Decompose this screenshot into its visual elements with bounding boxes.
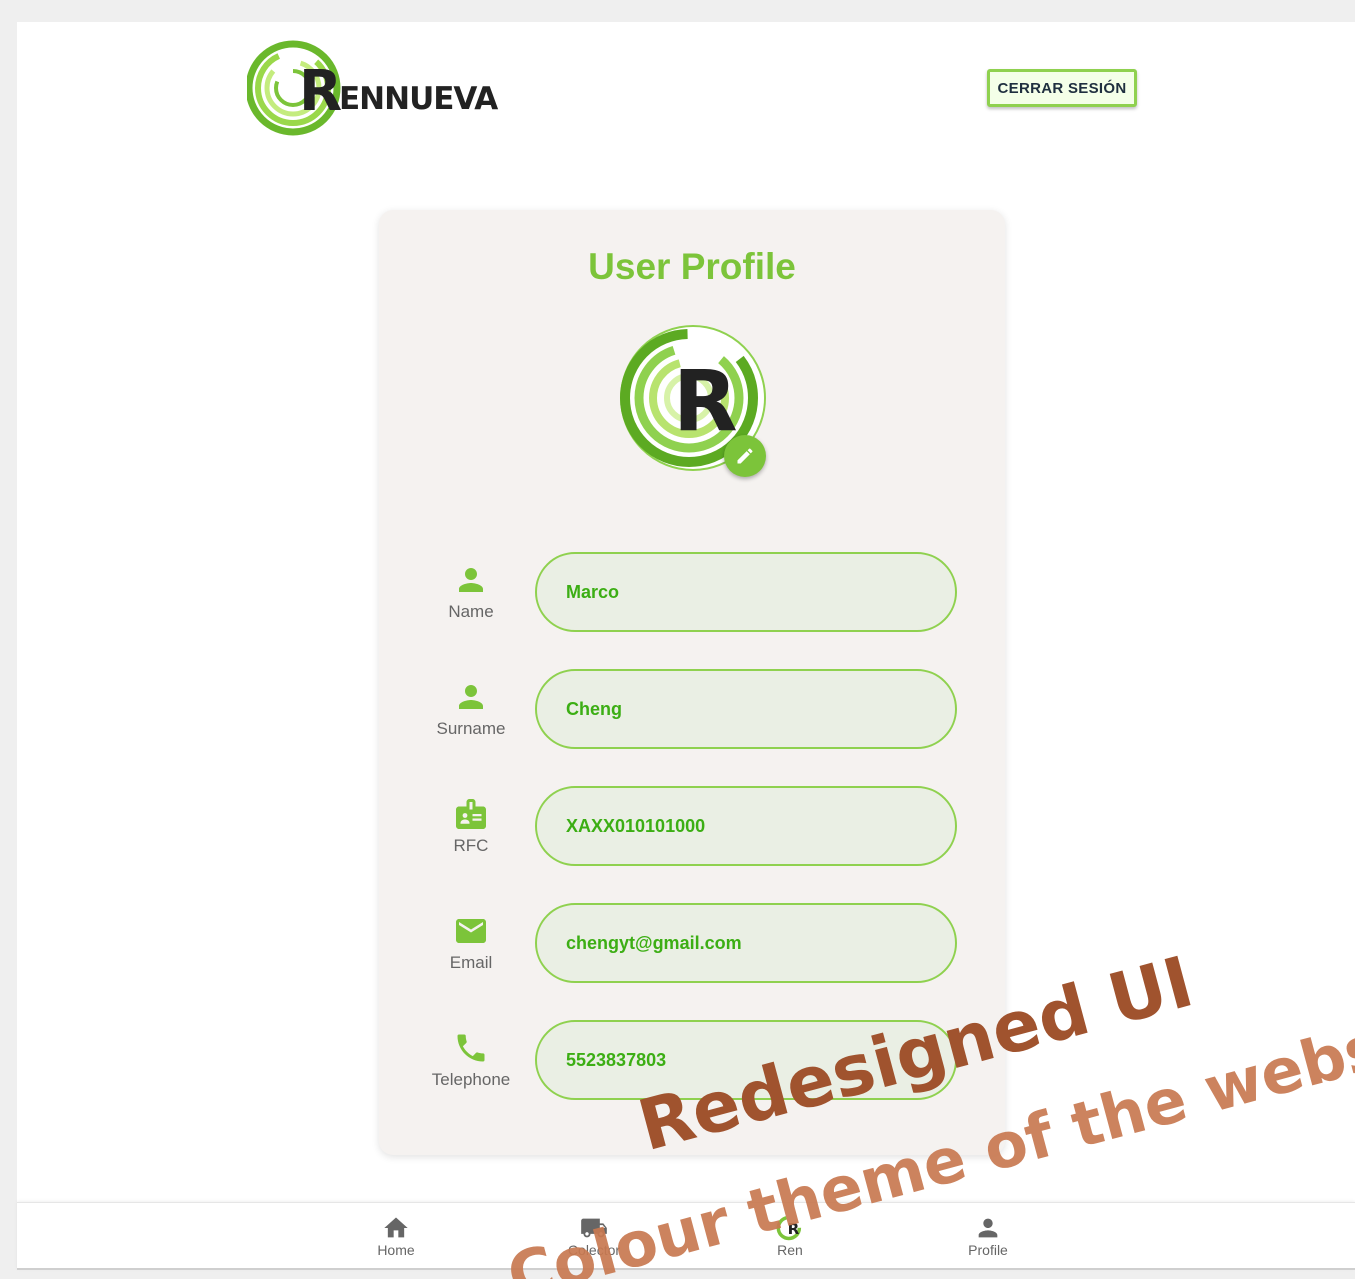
profile-card: User Profile R Name Marco Surname Cheng … bbox=[379, 210, 1005, 1155]
email-row: Email bbox=[379, 903, 1005, 983]
surname-label: Surname bbox=[419, 669, 523, 749]
rfc-label: RFC bbox=[419, 786, 523, 866]
surname-row: Surname bbox=[379, 669, 1005, 749]
truck-icon bbox=[581, 1218, 607, 1238]
email-field[interactable] bbox=[535, 903, 957, 983]
pencil-icon bbox=[737, 448, 753, 464]
nav-item-ren[interactable]: R Ren bbox=[740, 1209, 840, 1263]
telephone-field[interactable] bbox=[535, 1020, 957, 1100]
telephone-label: Telephone bbox=[419, 1020, 523, 1100]
rfc-row: RFC bbox=[379, 786, 1005, 866]
email-label: Email bbox=[419, 903, 523, 983]
ren-logo-icon: R bbox=[776, 1215, 802, 1241]
logout-button[interactable]: CERRAR SESIÓN bbox=[987, 69, 1137, 107]
name-field[interactable] bbox=[535, 552, 957, 632]
person-icon bbox=[459, 685, 483, 709]
nav-item-colector[interactable]: Colector bbox=[544, 1209, 644, 1263]
person-icon bbox=[978, 1218, 998, 1238]
svg-text:R: R bbox=[299, 59, 342, 124]
name-row: Name bbox=[379, 552, 1005, 632]
mail-icon bbox=[456, 919, 486, 943]
rennueva-logo[interactable]: R ENNUEVA bbox=[245, 40, 557, 136]
surname-field[interactable] bbox=[535, 669, 957, 749]
home-icon bbox=[384, 1217, 408, 1238]
page-title: User Profile bbox=[588, 246, 796, 287]
telephone-row: Telephone bbox=[379, 1020, 1005, 1100]
svg-text:R: R bbox=[673, 352, 738, 450]
edit-avatar-button[interactable] bbox=[724, 435, 766, 477]
nav-item-profile[interactable]: Profile bbox=[938, 1209, 1038, 1263]
page: R ENNUEVA CERRAR SESIÓN User Profile R N… bbox=[17, 22, 1355, 1270]
phone-icon bbox=[457, 1034, 485, 1062]
svg-text:R: R bbox=[788, 1220, 800, 1238]
id-badge-icon bbox=[456, 799, 486, 829]
bottom-nav: Home Colector R Ren Profile bbox=[17, 1202, 1355, 1270]
nav-item-home[interactable]: Home bbox=[346, 1209, 446, 1263]
person-icon bbox=[459, 568, 483, 592]
name-label: Name bbox=[419, 552, 523, 632]
svg-text:ENNUEVA: ENNUEVA bbox=[339, 81, 498, 117]
rfc-field[interactable] bbox=[535, 786, 957, 866]
